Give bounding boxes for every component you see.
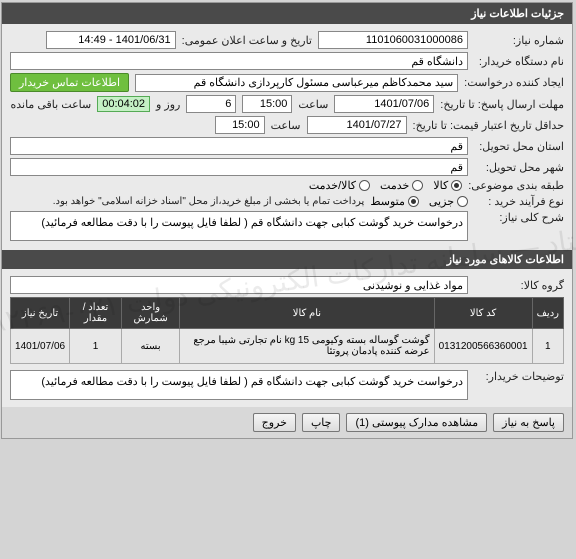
delivery-addr-value: قم — [11, 137, 469, 155]
cell-code: 0131200566360001 — [435, 329, 533, 364]
time-label-2: ساعت — [272, 119, 302, 132]
print-button[interactable]: چاپ — [303, 413, 342, 432]
radio-service[interactable]: خدمت — [381, 179, 424, 192]
cell-qty: 1 — [71, 329, 123, 364]
cell-name: گوشت گوساله بسته وکیومی 15 kg نام تجارتی… — [181, 329, 435, 364]
delivery-addr-label: استان محل تحویل: — [475, 140, 565, 153]
countdown-timer: 00:04:02 — [98, 96, 151, 112]
remain-label: ساعت باقی مانده — [11, 98, 92, 111]
price-valid-label: حداقل تاریخ اعتبار قیمت: تا تاریخ: — [414, 119, 565, 132]
radio-service-label: خدمت — [381, 179, 410, 192]
radio-dot-icon — [409, 196, 420, 207]
radio-dot-icon — [413, 180, 424, 191]
exit-button[interactable]: خروج — [254, 413, 297, 432]
deadline-date: 1401/07/06 — [335, 95, 435, 113]
radio-dot-icon — [452, 180, 463, 191]
deadline-label: مهلت ارسال پاسخ: تا تاریخ: — [441, 98, 565, 111]
group-value: مواد غذایی و نوشیدنی — [11, 276, 469, 294]
cell-date: 1401/07/06 — [12, 329, 71, 364]
form-area: شماره نیاز: 1101060031000086 تاریخ و ساع… — [3, 24, 573, 248]
announce-label: تاریخ و ساعت اعلان عمومی: — [183, 34, 313, 47]
buyer-note-value: درخواست خرید گوشت کبابی جهت دانشگاه قم (… — [11, 370, 469, 400]
radio-small[interactable]: جزیی — [430, 195, 469, 208]
radio-both[interactable]: کالا/خدمت — [310, 179, 371, 192]
table-row[interactable]: 1 0131200566360001 گوشت گوساله بسته وکیو… — [12, 329, 565, 364]
price-valid-date: 1401/07/27 — [308, 116, 408, 134]
items-table: ردیف کد کالا نام کالا واحد شمارش تعداد /… — [11, 297, 565, 364]
creator-value: سید محمدکاظم میرعباسی مسئول کارپردازی دا… — [136, 74, 459, 92]
th-date: تاریخ نیاز — [12, 298, 71, 329]
process-label: نوع فرآیند خرید : — [475, 195, 565, 208]
panel-title: جزئیات اطلاعات نیاز — [3, 3, 573, 24]
days-label: روز و — [157, 98, 181, 111]
creator-label: ایجاد کننده درخواست: — [465, 76, 565, 89]
buyer-org-value: دانشگاه قم — [11, 52, 469, 70]
table-header-row: ردیف کد کالا نام کالا واحد شمارش تعداد /… — [12, 298, 565, 329]
delivery-city-label: شهر محل تحویل: — [475, 161, 565, 174]
contact-buyer-button[interactable]: اطلاعات تماس خریدار — [11, 73, 130, 92]
deadline-time: 15:00 — [243, 95, 293, 113]
price-valid-time: 15:00 — [216, 116, 266, 134]
buyer-org-label: نام دستگاه خریدار: — [475, 55, 565, 68]
th-qty: تعداد / مقدار — [71, 298, 123, 329]
days-value: 6 — [187, 95, 237, 113]
radio-goods-label: کالا — [434, 179, 449, 192]
radio-dot-icon — [360, 180, 371, 191]
category-label: طبقه بندی موضوعی: — [469, 179, 565, 192]
items-header: اطلاعات کالاهای مورد نیاز — [3, 250, 573, 269]
announce-value: 1401/06/31 - 14:49 — [47, 31, 177, 49]
time-label-1: ساعت — [299, 98, 329, 111]
need-no-label: شماره نیاز: — [475, 34, 565, 47]
payment-note: پرداخت تمام یا بخشی از مبلغ خرید،از محل … — [54, 196, 366, 207]
desc-label: شرح کلی نیاز: — [475, 211, 565, 224]
th-idx: ردیف — [533, 298, 564, 329]
delivery-city-value: قم — [11, 158, 469, 176]
radio-small-label: جزیی — [430, 195, 455, 208]
th-unit: واحد شمارش — [122, 298, 180, 329]
radio-goods[interactable]: کالا — [434, 179, 463, 192]
cell-idx: 1 — [533, 329, 564, 364]
th-code: کد کالا — [435, 298, 533, 329]
desc-value: درخواست خرید گوشت کبابی جهت دانشگاه قم (… — [11, 211, 469, 241]
radio-medium-label: متوسط — [371, 195, 406, 208]
cell-unit: بسته — [122, 329, 180, 364]
category-radio-group: کالا خدمت کالا/خدمت — [310, 179, 463, 192]
radio-medium[interactable]: متوسط — [371, 195, 420, 208]
need-no-value: 1101060031000086 — [319, 31, 469, 49]
process-radio-group: جزیی متوسط — [371, 195, 469, 208]
attachments-button[interactable]: مشاهده مدارک پیوستی (1) — [347, 413, 488, 432]
footer-buttons: پاسخ به نیاز مشاهده مدارک پیوستی (1) چاپ… — [3, 407, 573, 438]
reply-button[interactable]: پاسخ به نیاز — [494, 413, 565, 432]
group-label: گروه کالا: — [475, 279, 565, 292]
radio-dot-icon — [458, 196, 469, 207]
details-panel: جزئیات اطلاعات نیاز شماره نیاز: 11010600… — [2, 2, 574, 439]
radio-both-label: کالا/خدمت — [310, 179, 357, 192]
buyer-note-label: توضیحات خریدار: — [475, 370, 565, 383]
th-name: نام کالا — [181, 298, 435, 329]
